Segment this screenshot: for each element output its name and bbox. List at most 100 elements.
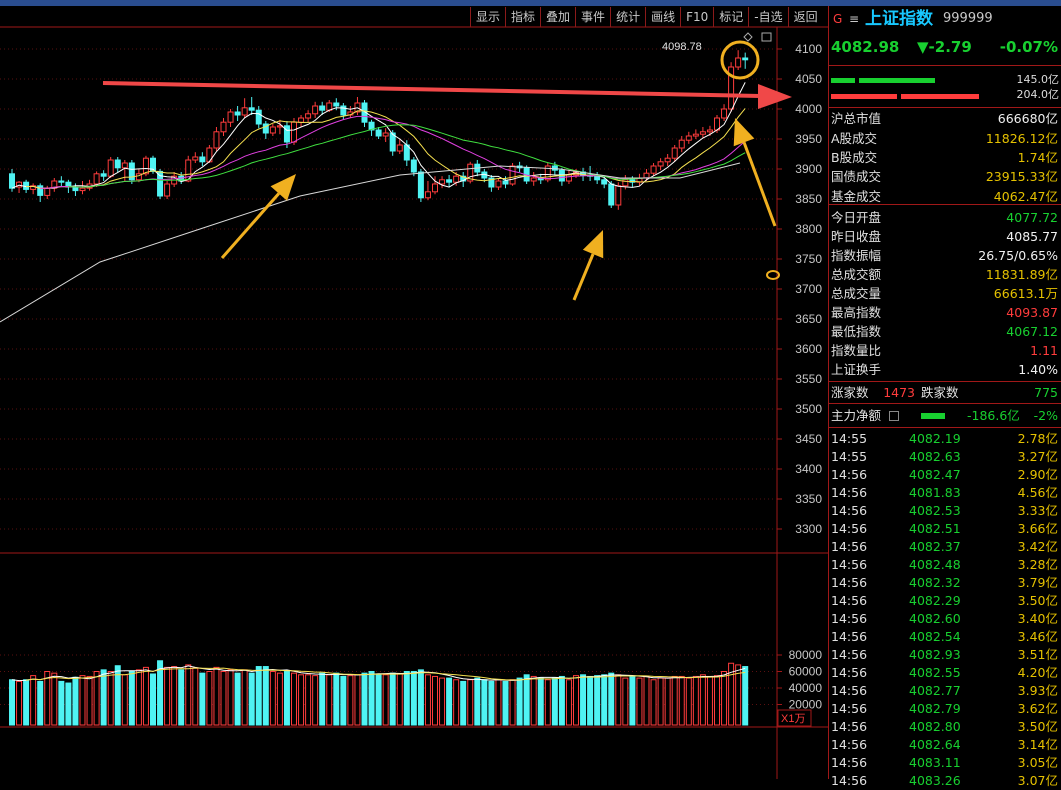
toolbar-button[interactable]: 指标 — [505, 7, 540, 27]
tick-price: 4082.64 — [909, 737, 961, 752]
tick-row: 14:56 4082.29 3.50亿 — [829, 592, 1061, 610]
stat-value: 666680亿 — [997, 111, 1058, 126]
candle-body — [107, 159, 114, 177]
tick-row: 14:56 4082.64 3.14亿 — [829, 736, 1061, 754]
tick-time: 14:56 — [831, 719, 868, 734]
candle-body — [439, 179, 446, 185]
tick-price: 4083.26 — [909, 773, 961, 788]
candle-body — [157, 170, 164, 197]
volume-bar — [516, 677, 523, 726]
volume-bar — [664, 677, 671, 726]
list-icon[interactable] — [889, 411, 899, 421]
tick-time: 14:56 — [831, 701, 868, 716]
stat-label: 总成交额 — [831, 267, 882, 282]
volume-bar — [509, 679, 516, 726]
tick-time: 14:56 — [831, 629, 868, 644]
candle-body — [735, 57, 742, 68]
volume-bar — [255, 666, 262, 726]
price-axis-label: 3600 — [795, 342, 822, 356]
volume-axis-label: 80000 — [789, 648, 823, 662]
price-axis-label: 3350 — [795, 492, 822, 506]
tick-price: 4082.93 — [909, 647, 961, 662]
candle-body — [495, 180, 502, 188]
toolbar-button[interactable]: F10 — [680, 7, 713, 27]
volume-bar — [135, 669, 142, 726]
tick-amount: 3.46亿 — [1017, 629, 1058, 644]
volume-bar — [227, 669, 234, 726]
candle-body — [396, 144, 403, 152]
volume-axis-label: 60000 — [789, 665, 823, 679]
tick-amount: 3.40亿 — [1017, 611, 1058, 626]
tick-amount: 3.07亿 — [1017, 773, 1058, 788]
toolbar-button[interactable]: 事件 — [575, 7, 610, 27]
toolbar-button[interactable]: 叠加 — [540, 7, 575, 27]
divider — [829, 427, 1061, 428]
candle-body — [721, 108, 728, 119]
divider — [829, 381, 1061, 382]
toolbar-button[interactable]: 显示 — [470, 7, 505, 27]
annotation-arrow-right — [742, 141, 777, 227]
tick-time: 14:56 — [831, 773, 868, 788]
candle-body — [453, 175, 460, 183]
candle-body — [565, 174, 572, 182]
candle-body — [213, 131, 220, 149]
price-axis-label: 3950 — [795, 132, 822, 146]
menu-icon[interactable]: ≡ — [849, 8, 859, 30]
tick-time: 14:56 — [831, 539, 868, 554]
candle-body — [608, 183, 615, 206]
toolbar-button[interactable]: 画线 — [645, 7, 680, 27]
tick-amount: 3.28亿 — [1017, 557, 1058, 572]
toolbar-button[interactable]: 统计 — [610, 7, 645, 27]
tick-price: 4082.60 — [909, 611, 961, 626]
volume-bar — [16, 680, 23, 726]
stat-value: 1.40% — [1018, 362, 1058, 377]
candle-body — [248, 107, 255, 111]
toolbar-button[interactable]: -自选 — [748, 7, 787, 27]
toolbar-button[interactable]: 标记 — [713, 7, 748, 27]
toolbar-button[interactable]: 返回 — [787, 7, 823, 27]
trend-arrow-line — [102, 81, 761, 98]
volume-axis-label: 20000 — [789, 698, 823, 712]
volume-bar — [608, 672, 615, 726]
volume-bar — [544, 679, 551, 726]
volume-bar — [417, 669, 424, 726]
volume-bar — [185, 664, 192, 726]
tick-amount: 3.14亿 — [1017, 737, 1058, 752]
volume-bar — [121, 674, 128, 726]
candle-body — [9, 173, 15, 189]
volume-bar — [333, 672, 340, 726]
candle-body — [446, 179, 453, 183]
volume-bar — [150, 673, 156, 726]
annotation-arrow-mid-head — [582, 230, 604, 259]
volume-axis-label: 40000 — [789, 681, 823, 695]
panel-toggle-icon — [761, 32, 772, 42]
volume-bar — [382, 674, 389, 726]
price-axis-label: 3800 — [795, 222, 822, 236]
volume-bar — [291, 672, 297, 726]
divider — [829, 204, 1061, 205]
candle-body — [121, 162, 128, 169]
tick-time: 14:56 — [831, 575, 868, 590]
candle-body — [643, 172, 650, 179]
price-change-pct: -0.07% — [999, 38, 1058, 56]
quote-header: G ≡ 上证指数 999999 — [829, 8, 1061, 30]
tick-row: 14:56 4082.54 3.46亿 — [829, 628, 1061, 646]
divider — [829, 65, 1061, 66]
down-count-label: 跌家数 — [921, 385, 959, 400]
mainflow-pct: -2% — [1033, 408, 1058, 423]
stat-value: 4085.77 — [1006, 229, 1058, 244]
chart-toolbar: 显示 指标 叠加 事件 统计 画线 F10 标记 -自选 返回 — [470, 7, 823, 27]
stat-value: 26.75/0.65% — [978, 248, 1058, 263]
stat-label: B股成交 — [831, 150, 878, 165]
volume-bar — [65, 682, 72, 726]
volume-bar — [594, 675, 601, 726]
candle-body — [432, 183, 438, 193]
tick-amount: 2.90亿 — [1017, 467, 1058, 482]
volume-bar — [446, 677, 453, 726]
volume-bar — [636, 677, 643, 726]
stat-row: 指数量比 1.11 — [829, 341, 1061, 360]
volume-bar — [389, 672, 396, 726]
price-axis-label: 4050 — [795, 72, 822, 86]
tick-amount: 3.62亿 — [1017, 701, 1058, 716]
tick-price: 4082.53 — [909, 503, 961, 518]
